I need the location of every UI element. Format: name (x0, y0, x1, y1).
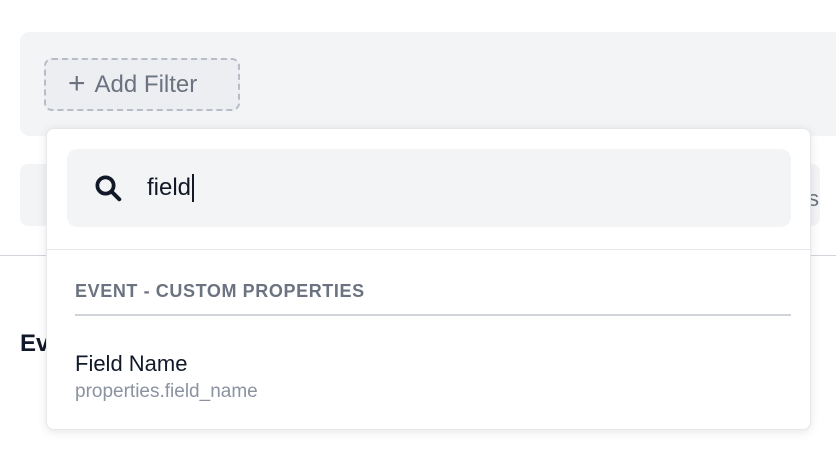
search-icon (95, 175, 122, 202)
plus-icon: + (68, 66, 86, 100)
search-input-value: field (147, 174, 192, 201)
add-filter-label: Add Filter (94, 70, 198, 98)
search-input[interactable]: field (67, 149, 791, 227)
option-path: properties.field_name (75, 381, 258, 403)
page: + Add Filter s Ev field EVENT - CUSTOM P… (0, 0, 836, 470)
events-heading: Ev (20, 330, 50, 357)
section-header-event-custom-properties: EVENT - CUSTOM PROPERTIES (75, 281, 791, 316)
filter-dropdown: field EVENT - CUSTOM PROPERTIES Field Na… (46, 128, 812, 430)
option-field-name[interactable]: Field Name properties.field_name (75, 351, 791, 413)
add-filter-button[interactable]: + Add Filter (44, 58, 240, 111)
text-caret (192, 174, 195, 202)
option-label: Field Name (75, 351, 188, 376)
dropdown-divider (47, 249, 812, 250)
